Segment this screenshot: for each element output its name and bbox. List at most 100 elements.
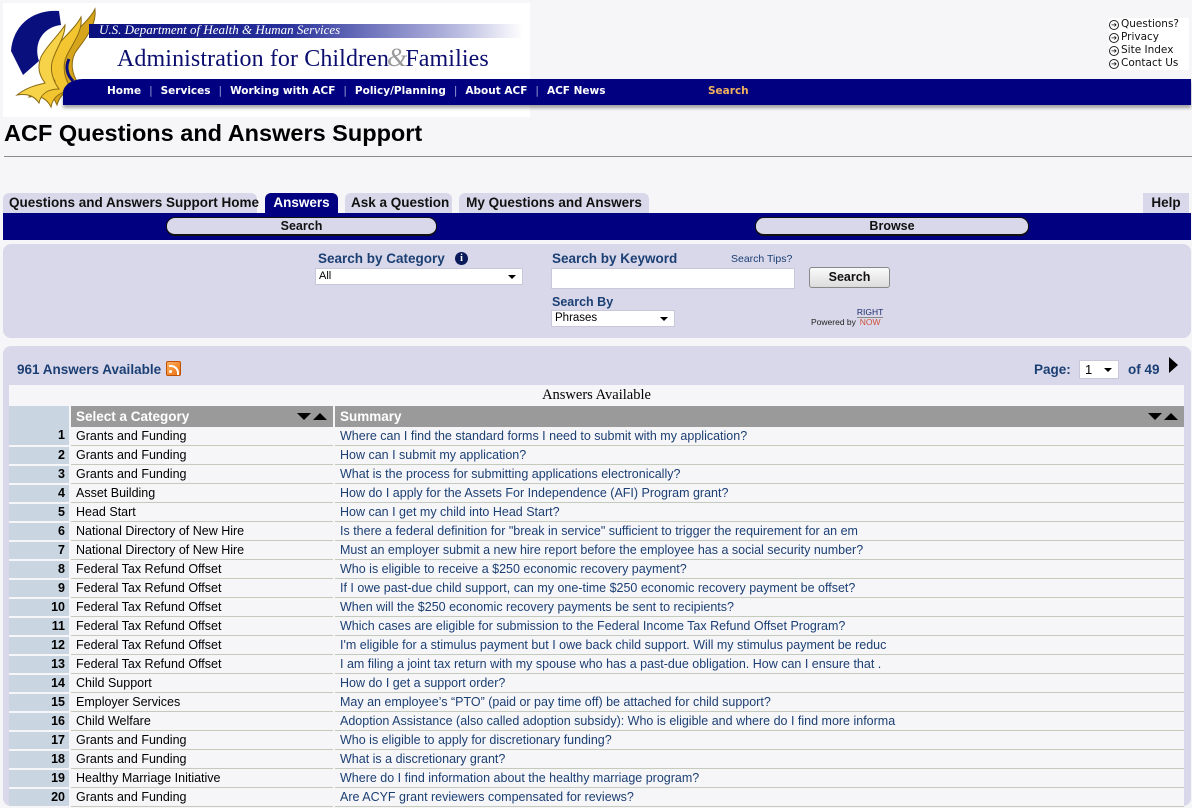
row-summary-link[interactable]: How do I apply for the Assets For Indepe… [333, 483, 1184, 503]
row-category: Child Support [69, 673, 334, 693]
answer-row[interactable]: 2 Grants and Funding How can I submit my a… [9, 445, 1184, 466]
utility-link-contact-us[interactable]: ➔ Contact Us [1109, 57, 1189, 70]
agency-title-part1: Administration for Children [117, 46, 389, 72]
page-select[interactable]: 1 [1079, 360, 1119, 379]
answer-row[interactable]: 20 Grants and Funding Are ACYF grant revie… [9, 787, 1184, 808]
tab-qa-support-home[interactable]: Questions and Answers Support Home [3, 193, 259, 213]
tab-my-questions-and-answers[interactable]: My Questions and Answers [459, 193, 649, 213]
answer-row[interactable]: 16 Child Welfare Adoption Assistance (also… [9, 711, 1184, 732]
rightnow-logo[interactable]: RIGHT NOW [856, 308, 884, 327]
answer-row[interactable]: 6 National Directory of New Hire Is there … [9, 521, 1184, 542]
answer-row[interactable]: 7 National Directory of New Hire Must an e… [9, 540, 1184, 561]
nav-about-acf[interactable]: About ACF [465, 85, 527, 97]
row-number: 17 [9, 730, 70, 751]
sort-descending-icon[interactable] [297, 413, 311, 420]
answer-row[interactable]: 8 Federal Tax Refund Offset Who is eligibl… [9, 559, 1184, 580]
nav-home[interactable]: Home [107, 85, 141, 97]
row-category: Employer Services [69, 692, 334, 712]
search-by-label: Search By [552, 295, 614, 309]
row-category: Federal Tax Refund Offset [69, 597, 334, 617]
sort-ascending-icon[interactable] [313, 413, 327, 420]
row-summary-link[interactable]: Is there a federal definition for "break… [333, 521, 1184, 541]
search-tips-link[interactable]: Search Tips? [731, 253, 792, 265]
rss-feed-icon[interactable] [166, 361, 181, 376]
row-category: Federal Tax Refund Offset [69, 654, 334, 674]
nav-acf-news[interactable]: ACF News [547, 85, 606, 97]
answer-row[interactable]: 10 Federal Tax Refund Offset When will the… [9, 597, 1184, 618]
info-icon[interactable]: i [455, 252, 468, 265]
nav-separator: | [149, 85, 153, 97]
nav-working-with-acf[interactable]: Working with ACF [230, 85, 335, 97]
row-summary-link[interactable]: Adoption Assistance (also called adoptio… [333, 711, 1184, 731]
answer-row[interactable]: 12 Federal Tax Refund Offset I'm eligible … [9, 635, 1184, 656]
summary-column-header[interactable]: Summary [333, 406, 1184, 427]
subnav-browse-button[interactable]: Browse [755, 217, 1029, 236]
tab-ask-a-question[interactable]: Ask a Question [345, 193, 452, 213]
title-divider [4, 156, 1192, 157]
answer-row[interactable]: 17 Grants and Funding Who is eligible to a… [9, 730, 1184, 751]
circle-arrow-right-icon: ➔ [1109, 45, 1119, 56]
tab-answers[interactable]: Answers [265, 193, 338, 213]
search-button[interactable]: Search [809, 267, 890, 288]
row-category: Grants and Funding [69, 427, 334, 446]
category-column-label: Select a Category [76, 409, 190, 424]
answer-row[interactable]: 14 Child Support How do I get a support or… [9, 673, 1184, 694]
row-summary-link[interactable]: Where do I find information about the he… [333, 768, 1184, 788]
utility-link-label: Contact Us [1121, 57, 1179, 69]
answer-row[interactable]: 5 Head Start How can I get my child into H… [9, 502, 1184, 523]
row-summary-link[interactable]: What is the process for submitting appli… [333, 464, 1184, 484]
answer-row[interactable]: 13 Federal Tax Refund Offset I am filing a… [9, 654, 1184, 675]
nav-services[interactable]: Services [161, 85, 211, 97]
answer-row[interactable]: 18 Grants and Funding What is a discretion… [9, 749, 1184, 770]
category-select[interactable]: All [315, 268, 523, 285]
row-number-header [9, 406, 70, 427]
row-number: 9 [9, 578, 70, 599]
nav-policy-planning[interactable]: Policy/Planning [355, 85, 446, 97]
row-summary-link[interactable]: I'm eligible for a stimulus payment but … [333, 635, 1184, 655]
next-page-arrow-icon[interactable] [1169, 357, 1178, 373]
row-number: 1 [9, 427, 70, 447]
answer-row[interactable]: 9 Federal Tax Refund Offset If I owe past-… [9, 578, 1184, 599]
subnav-search-button[interactable]: Search [166, 217, 437, 236]
row-summary-link[interactable]: Who is eligible to apply for discretiona… [333, 730, 1184, 750]
row-summary-link[interactable]: Who is eligible to receive a $250 econom… [333, 559, 1184, 579]
row-number: 20 [9, 787, 70, 808]
nav-search-link[interactable]: Search [708, 85, 749, 97]
row-summary-link[interactable]: How can I get my child into Head Start? [333, 502, 1184, 522]
row-summary-link[interactable]: If I owe past-due child support, can my … [333, 578, 1184, 598]
answer-row[interactable]: 3 Grants and Funding What is the process f… [9, 464, 1184, 485]
sort-ascending-icon[interactable] [1164, 413, 1178, 420]
search-by-select[interactable]: Phrases [551, 310, 675, 327]
row-summary-link[interactable]: How do I get a support order? [333, 673, 1184, 693]
row-number: 13 [9, 654, 70, 675]
row-summary-link[interactable]: How can I submit my application? [333, 445, 1184, 465]
answers-table-body: 1 Grants and Funding Where can I find the … [9, 427, 1184, 808]
answer-row[interactable]: 4 Asset Building How do I apply for the As… [9, 483, 1184, 504]
nav-separator: | [453, 85, 458, 97]
row-summary-link[interactable]: Must an employer submit a new hire repor… [333, 540, 1184, 560]
answer-row[interactable]: 19 Healthy Marriage Initiative Where do I … [9, 768, 1184, 789]
utility-link-questions[interactable]: ➔ Questions? [1109, 18, 1189, 31]
answer-row[interactable]: 11 Federal Tax Refund Offset Which cases a… [9, 616, 1184, 637]
chevron-down-icon [1104, 368, 1112, 372]
utility-link-label: Site Index [1121, 44, 1174, 56]
row-summary-link[interactable]: What is a discretionary grant? [333, 749, 1184, 769]
row-summary-link[interactable]: May an employee’s “PTO” (paid or pay tim… [333, 692, 1184, 712]
row-number: 15 [9, 692, 70, 713]
row-category: Asset Building [69, 483, 334, 503]
utility-link-site-index[interactable]: ➔ Site Index [1109, 44, 1189, 57]
row-summary-link[interactable]: Which cases are eligible for submission … [333, 616, 1184, 636]
help-tab[interactable]: Help [1143, 193, 1189, 213]
answer-row[interactable]: 1 Grants and Funding Where can I find the … [9, 427, 1184, 447]
sort-descending-icon[interactable] [1148, 413, 1162, 420]
row-summary-link[interactable]: I am filing a joint tax return with my s… [333, 654, 1184, 674]
answer-row[interactable]: 15 Employer Services May an employee’s “PT… [9, 692, 1184, 713]
row-category: Child Welfare [69, 711, 334, 731]
row-number: 11 [9, 616, 70, 637]
row-summary-link[interactable]: When will the $250 economic recovery pay… [333, 597, 1184, 617]
row-summary-link[interactable]: Are ACYF grant reviewers compensated for… [333, 787, 1184, 807]
category-column-header[interactable]: Select a Category [69, 406, 334, 427]
keyword-search-input[interactable] [551, 268, 795, 289]
row-summary-link[interactable]: Where can I find the standard forms I ne… [333, 427, 1184, 446]
utility-link-privacy[interactable]: ➔ Privacy [1109, 31, 1189, 44]
